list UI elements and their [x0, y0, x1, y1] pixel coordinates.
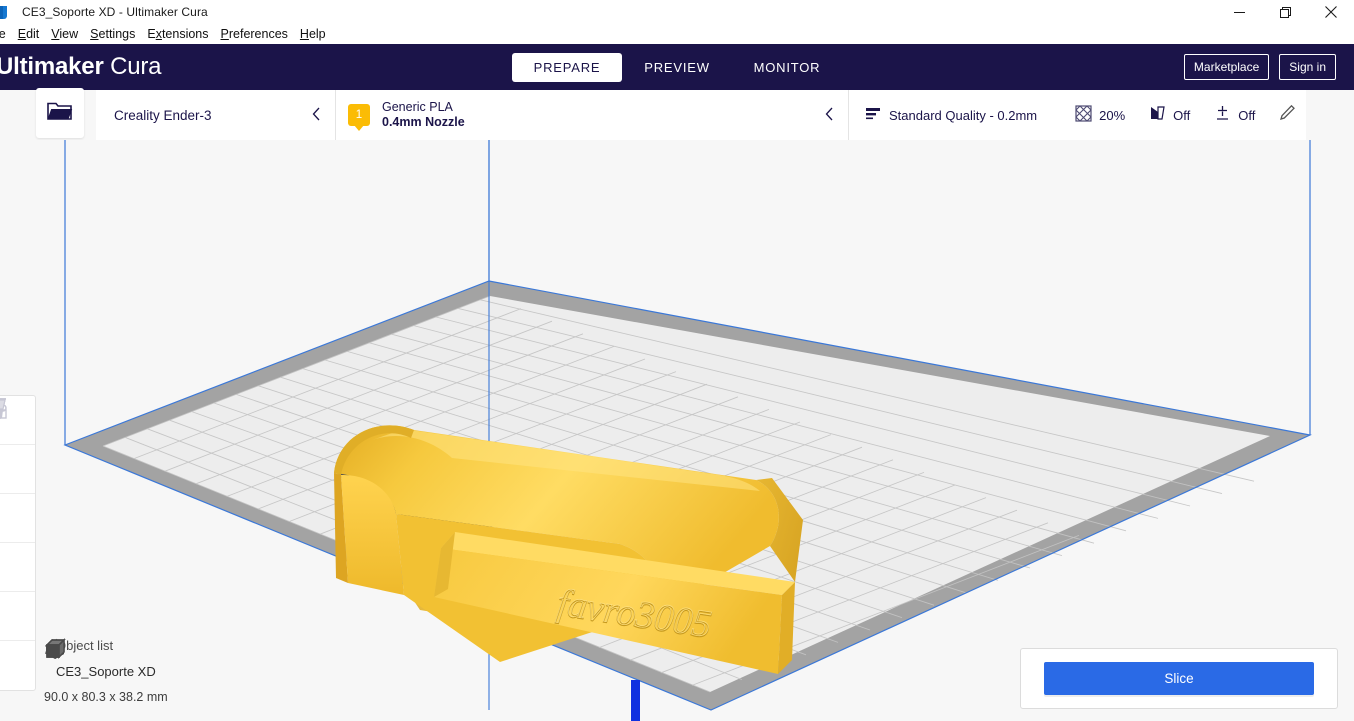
printer-selector[interactable]: Creality Ender-3: [96, 90, 336, 140]
menu-edit-label: dit: [26, 27, 40, 41]
minimize-icon[interactable]: [1216, 0, 1262, 24]
window-title: CE3_Soporte XD - Ultimaker Cura: [22, 5, 208, 19]
support-icon: [1149, 105, 1166, 125]
header-actions: Marketplace Sign in: [1183, 54, 1336, 80]
menu-view[interactable]: View: [45, 24, 84, 44]
adhesion-setting: Off: [1214, 105, 1255, 125]
menu-bar: le Edit View Settings Extensions Prefere…: [0, 24, 1354, 44]
menu-extensions[interactable]: Extensions: [141, 24, 214, 44]
menu-preferences-label: references: [228, 27, 288, 41]
extruder-number: 1: [355, 109, 363, 121]
adhesion-value: Off: [1238, 107, 1256, 123]
scale-tool[interactable]: [0, 398, 35, 494]
per-model-settings-tool[interactable]: [0, 399, 35, 641]
material-name: Generic PLA: [382, 99, 453, 114]
rotate-tool[interactable]: [0, 398, 35, 543]
nozzle-size: 0.4mm Nozzle: [382, 115, 465, 129]
menu-settings[interactable]: Settings: [84, 24, 141, 44]
menu-settings-label: ettings: [98, 27, 136, 41]
3d-viewport[interactable]: favro3005 favro3005 Object list CE3_Sopo…: [0, 140, 1354, 721]
app-header: Ultimaker Cura PREPARE PREVIEW MONITOR M…: [0, 44, 1354, 90]
open-folder-icon: [47, 100, 73, 127]
material-info: Generic PLA 0.4mm Nozzle: [382, 100, 465, 131]
quality-label: Standard Quality - 0.2mm: [889, 107, 1038, 123]
infill-setting: 20%: [1075, 105, 1125, 125]
stage-tabs: PREPARE PREVIEW MONITOR: [0, 44, 1354, 90]
infill-value: 20%: [1099, 107, 1126, 123]
layer-height-icon: [865, 106, 882, 125]
marketplace-button[interactable]: Marketplace: [1183, 54, 1270, 80]
cura-app-icon: [0, 5, 16, 19]
maximize-icon[interactable]: [1262, 0, 1308, 24]
support-value: Off: [1173, 107, 1191, 123]
extruder-badge: 1: [348, 104, 370, 126]
z-axis-blue: [631, 680, 640, 721]
material-selector[interactable]: 1 Generic PLA 0.4mm Nozzle: [336, 90, 848, 140]
sign-in-button[interactable]: Sign in: [1279, 54, 1336, 80]
open-file-button[interactable]: [36, 88, 84, 138]
object-name: CE3_Soporte XD: [56, 664, 156, 679]
print-settings-selector[interactable]: Standard Quality - 0.2mm 20% Off Off: [848, 90, 1306, 140]
cura-application-window: CE3_Soporte XD - Ultimaker Cura le Edit …: [0, 0, 1354, 721]
window-controls: [1216, 0, 1354, 24]
menu-file[interactable]: le: [0, 24, 12, 44]
build-scene: favro3005 favro3005: [63, 140, 1312, 721]
menu-help-accel: H: [299, 27, 309, 41]
tab-prepare[interactable]: PREPARE: [512, 52, 622, 82]
slice-panel: Slice: [1020, 648, 1338, 709]
edit-settings-button[interactable]: [1279, 104, 1296, 126]
quality-profile: Standard Quality - 0.2mm: [865, 106, 1037, 125]
object-item[interactable]: CE3_Soporte XD: [44, 638, 344, 679]
support-blocker-tool[interactable]: [0, 409, 35, 690]
menu-help-label: elp: [308, 27, 326, 41]
menu-file-label: le: [0, 27, 6, 41]
infill-icon: [1075, 105, 1092, 125]
mirror-tool[interactable]: [0, 398, 35, 592]
menu-preferences[interactable]: Preferences: [215, 24, 294, 44]
model-tools-toolbar: [0, 395, 36, 691]
pencil-icon: [1279, 104, 1296, 126]
close-icon[interactable]: [1308, 0, 1354, 24]
tab-preview[interactable]: PREVIEW: [622, 53, 732, 82]
configuration-bar: Creality Ender-3 1 Generic PLA 0.4mm Noz…: [0, 88, 1354, 140]
menu-preferences-accel: P: [220, 27, 229, 41]
adhesion-icon: [1214, 105, 1231, 125]
printer-name: Creality Ender-3: [114, 107, 212, 123]
object-panel: Object list CE3_Soporte XD 90.0 x 80.3 x…: [44, 638, 344, 717]
tab-monitor[interactable]: MONITOR: [732, 53, 842, 82]
menu-view-label: iew: [59, 27, 79, 41]
chevron-left-icon: [312, 107, 321, 123]
menu-edit[interactable]: Edit: [12, 24, 46, 44]
menu-edit-accel: E: [17, 27, 27, 41]
object-list-header[interactable]: Object list: [44, 638, 344, 653]
window-titlebar: CE3_Soporte XD - Ultimaker Cura: [0, 0, 1354, 24]
chevron-left-icon: [825, 107, 834, 123]
menu-settings-accel: S: [90, 27, 99, 41]
object-dimensions: 90.0 x 80.3 x 38.2 mm: [44, 690, 168, 704]
menu-help[interactable]: Help: [294, 24, 332, 44]
support-setting: Off: [1149, 105, 1190, 125]
slice-button[interactable]: Slice: [1044, 662, 1314, 695]
menu-extensions-label: tensions: [161, 27, 209, 41]
